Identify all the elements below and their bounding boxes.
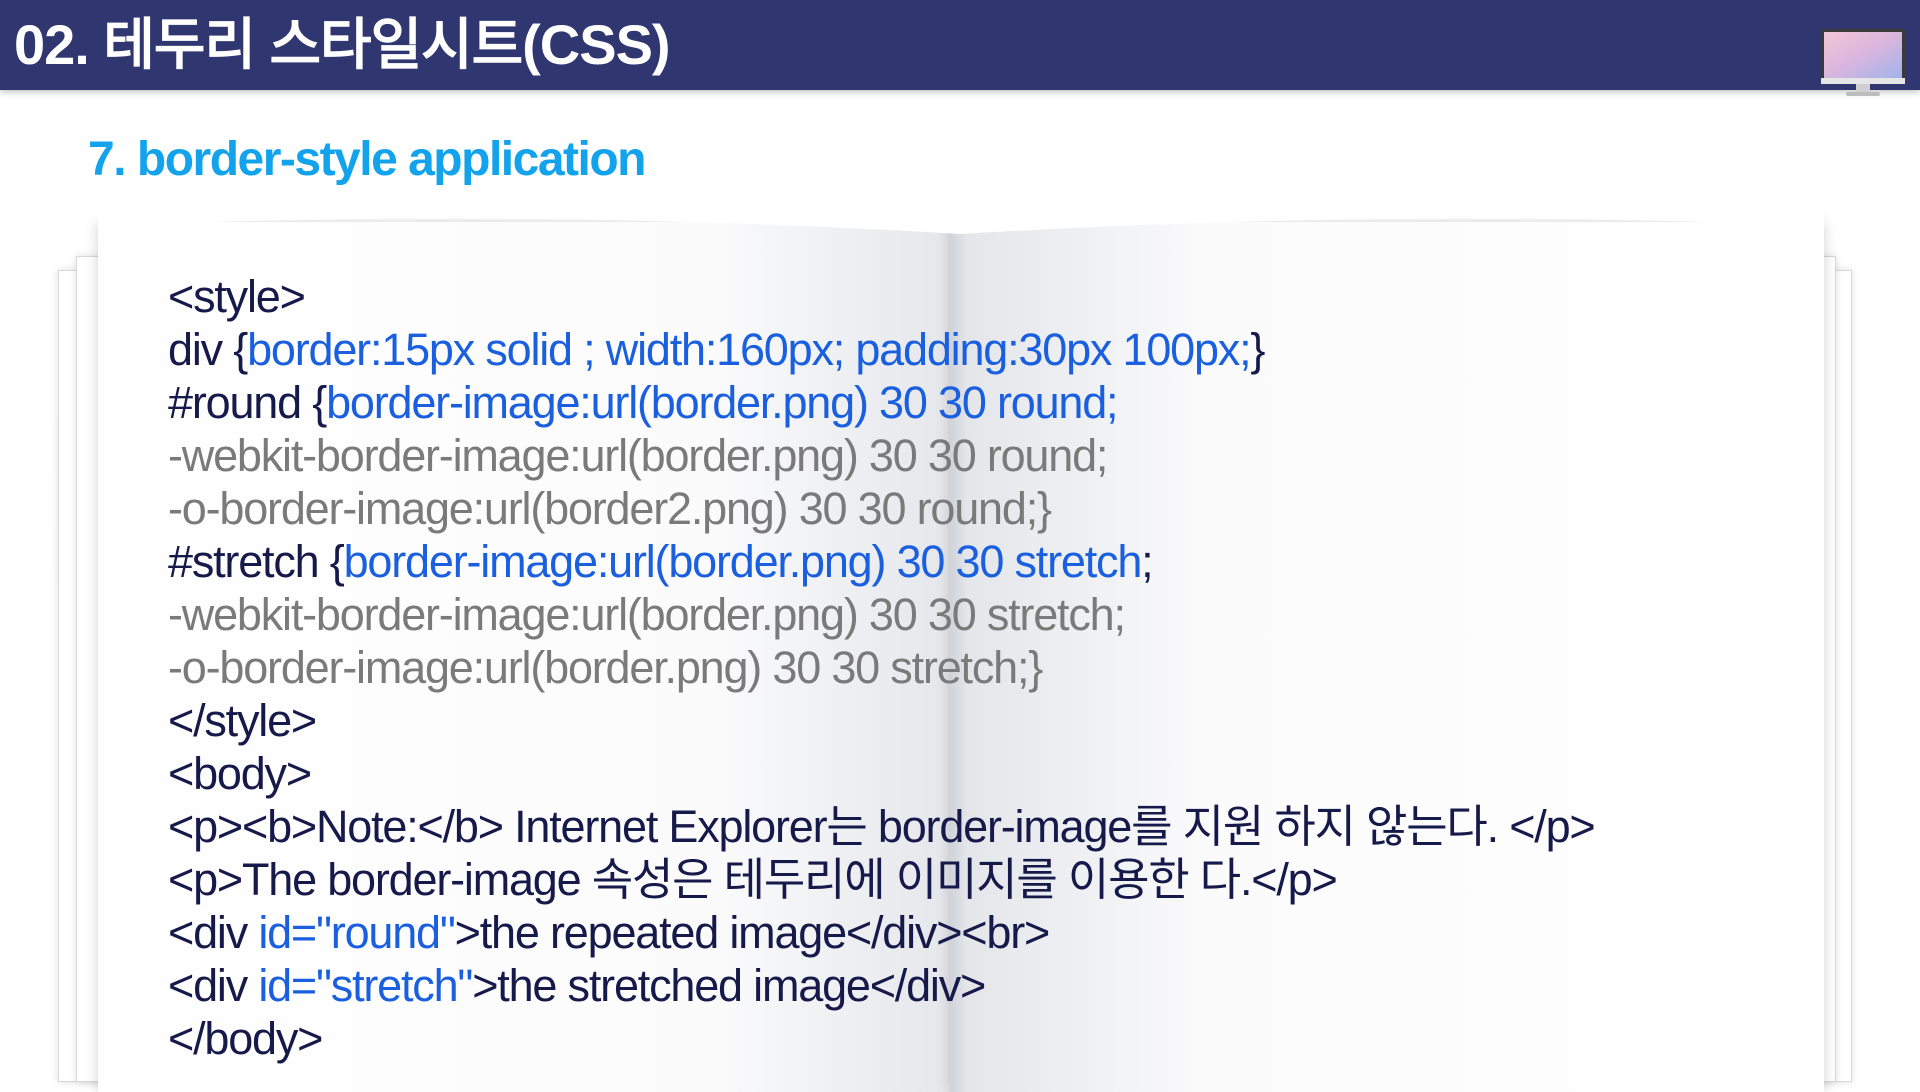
- code-token: border-image:url(border.png) 30 30 stret…: [343, 536, 1143, 587]
- code-line: <style>: [168, 270, 1595, 323]
- code-block: <style> div {border:15px solid ; width:16…: [168, 270, 1596, 1065]
- page-top-curve: [98, 210, 1824, 234]
- code-token: ;: [1141, 536, 1154, 587]
- code-token: <style>: [168, 271, 306, 322]
- code-token: -webkit-border-image:url(border.png) 30 …: [168, 430, 1108, 481]
- code-token: border:15px solid ; width:160px; padding…: [247, 324, 1252, 375]
- code-line: -webkit-border-image:url(border.png) 30 …: [168, 588, 1595, 641]
- code-token: #stretch {: [168, 536, 345, 587]
- section-subtitle: 7. border-style application: [88, 133, 646, 186]
- code-token: -webkit-border-image:url(border.png) 30 …: [168, 589, 1126, 640]
- code-token: <p><b>Note:</b> Internet Explorer는 borde…: [168, 801, 1596, 852]
- code-token: >the stretched image</div>: [472, 960, 986, 1011]
- code-token: id="round": [258, 907, 456, 958]
- code-line: <body>: [168, 747, 1595, 800]
- code-token: >the repeated image</div><br>: [454, 907, 1051, 958]
- code-line: <div id="round">the repeated image</div>…: [168, 906, 1595, 959]
- code-token: <div: [168, 960, 259, 1011]
- code-line: <div id="stretch">the stretched image</d…: [168, 959, 1595, 1012]
- page-title: 02. 테두리 스타일시트(CSS): [14, 13, 671, 76]
- code-token: <div: [168, 907, 259, 958]
- header-bar: 02. 테두리 스타일시트(CSS): [0, 0, 1920, 96]
- code-token: div {: [168, 324, 248, 375]
- code-line: <p><b>Note:</b> Internet Explorer는 borde…: [168, 800, 1596, 853]
- code-token: }: [1250, 324, 1265, 375]
- code-line: #round {border-image:url(border.png) 30 …: [168, 376, 1595, 429]
- code-line: </body>: [168, 1012, 1595, 1065]
- monitor-icon: [1821, 29, 1905, 96]
- code-line: -webkit-border-image:url(border.png) 30 …: [168, 429, 1595, 482]
- code-line: -o-border-image:url(border.png) 30 30 st…: [168, 641, 1595, 694]
- code-token: <body>: [168, 748, 312, 799]
- code-line: </style>: [168, 694, 1595, 747]
- code-token: </style>: [168, 695, 317, 746]
- code-token: </body>: [168, 1013, 323, 1064]
- code-token: #round {: [168, 377, 327, 428]
- code-token: -o-border-image:url(border2.png) 30 30 r…: [168, 483, 1052, 534]
- code-token: <p>The border-image 속성은 테두리에 이미지를 이용한 다.…: [168, 854, 1338, 905]
- code-token: -o-border-image:url(border.png) 30 30 st…: [168, 642, 1043, 693]
- code-token: border-image:url(border.png) 30 30 round…: [326, 377, 1119, 428]
- code-line: <p>The border-image 속성은 테두리에 이미지를 이용한 다.…: [168, 853, 1595, 906]
- code-line: div {border:15px solid ; width:160px; pa…: [168, 323, 1595, 376]
- code-line: -o-border-image:url(border2.png) 30 30 r…: [168, 482, 1595, 535]
- code-line: #stretch {border-image:url(border.png) 3…: [168, 535, 1595, 588]
- code-token: id="stretch": [258, 960, 473, 1011]
